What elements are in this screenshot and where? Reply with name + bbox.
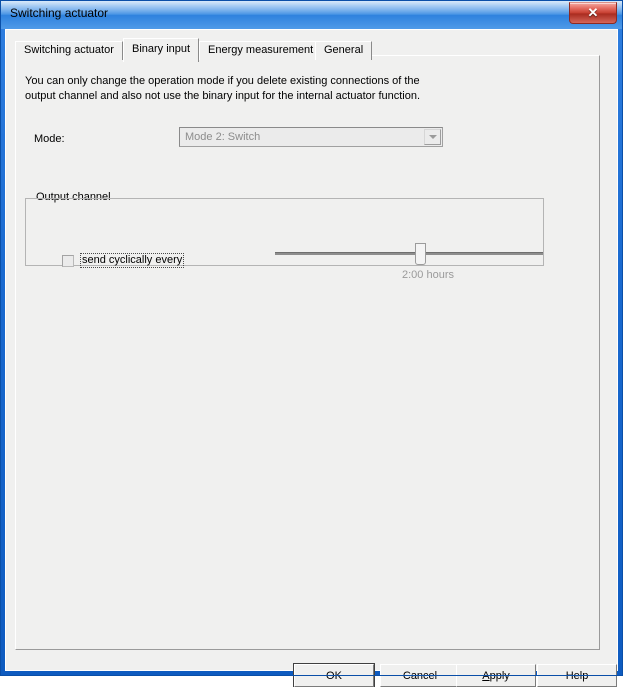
slider-track[interactable]	[275, 252, 543, 255]
send-cyclically-label: send cyclically every	[80, 253, 185, 268]
close-icon: ✕	[587, 5, 599, 20]
chevron-down-glyph	[428, 135, 437, 139]
chevron-down-icon[interactable]	[424, 129, 441, 145]
dialog-client-area: Switching actuator Binary input Energy m…	[5, 29, 618, 687]
slider-value-label: 2:00 hours	[402, 269, 454, 281]
mode-dropdown-value: Mode 2: Switch	[185, 131, 261, 143]
tab-binary-input[interactable]: Binary input	[123, 38, 200, 62]
description-line-1: You can only change the operation mode i…	[25, 75, 420, 87]
close-button[interactable]: ✕	[569, 2, 617, 24]
tab-general[interactable]: General	[315, 41, 373, 60]
send-cyclically-checkbox[interactable]	[62, 254, 74, 267]
tab-switching-actuator[interactable]: Switching actuator	[15, 41, 123, 60]
window-title: Switching actuator	[10, 6, 109, 20]
description-line-2: output channel and also not use the bina…	[25, 90, 421, 102]
cycle-interval-slider[interactable]: 2:00 hours	[275, 243, 543, 281]
slider-thumb[interactable]	[415, 243, 426, 265]
mode-dropdown[interactable]: Mode 2: Switch	[179, 127, 443, 147]
title-bar[interactable]: Switching actuator ✕	[1, 1, 622, 29]
send-cyclically-checkbox-row[interactable]: send cyclically every	[62, 253, 185, 268]
tab-label: Energy measurement	[208, 44, 314, 56]
description-text: You can only change the operation mode i…	[25, 74, 425, 104]
tab-strip: Switching actuator Binary input Energy m…	[15, 38, 600, 62]
mode-label: Mode:	[34, 133, 65, 145]
dialog-window: Switching actuator ✕ Switching actuator …	[0, 0, 623, 687]
tab-label: Switching actuator	[24, 44, 114, 56]
tab-label: General	[324, 44, 364, 56]
output-channel-groupbox: send cyclically every 2:00 hours	[25, 198, 544, 281]
tab-label: Binary input	[132, 43, 191, 55]
tab-energy-measurement[interactable]: Energy measurement	[199, 41, 323, 60]
